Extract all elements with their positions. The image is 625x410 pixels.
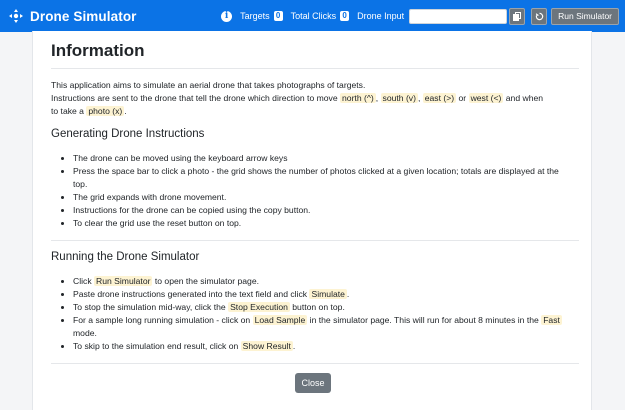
targets-count-badge: 0 [273,11,283,21]
intro-line-2: Instructions are sent to the drone that … [51,92,575,105]
intro-text-segment: Instructions are sent to the drone that … [51,93,338,103]
code-west: west (<) [468,93,504,103]
info-icon[interactable]: i [221,10,233,22]
code-simulate: Simulate [309,289,347,299]
reset-button[interactable] [531,7,548,25]
list-item: To stop the simulation mid-way, click th… [73,301,575,314]
drone-input-field[interactable] [409,8,508,24]
list-text: Click [73,276,92,286]
nav-controls: i Targets 0 Total Clicks 0 Drone Input R… [221,7,619,25]
code-load-sample: Load Sample [252,315,308,325]
list-item: The drone can be moved using the keyboar… [73,152,575,165]
run-simulator-button[interactable]: Run Simulator [551,7,619,25]
section-generating-list: The drone can be moved using the keyboar… [51,152,575,230]
code-photo: photo (x) [86,106,125,116]
intro-text-segment: and when [505,93,544,103]
list-text: . [346,289,350,299]
list-item: To clear the grid use the reset button o… [73,217,575,230]
code-stop-execution: Stop Execution [228,302,290,312]
brand[interactable]: Drone Simulator [9,9,137,24]
list-item: For a sample long running simulation - c… [73,314,575,340]
clicks-stat: Total Clicks 0 [291,11,350,21]
code-show-result: Show Result [240,341,293,351]
code-east: east (>) [422,93,457,103]
list-text: To skip to the simulation end result, cl… [73,341,239,351]
list-text: For a sample long running simulation - c… [73,315,251,325]
targets-label: Targets [240,11,270,21]
header-divider [51,68,579,69]
list-item: The grid expands with drone movement. [73,191,575,204]
reset-icon [535,12,543,20]
separator: , [417,93,421,103]
section-generating-title: Generating Drone Instructions [51,128,205,140]
intro-line-3: to take a photo (x). [51,105,575,118]
code-north: north (^) [340,93,376,103]
list-text: to open the simulator page. [154,276,260,286]
list-text: . [292,341,296,351]
total-clicks-label: Total Clicks [290,11,337,21]
list-item: Click Run Simulator to open the simulato… [73,275,575,288]
code-run-simulator: Run Simulator [94,276,153,286]
list-item: To skip to the simulation end result, cl… [73,340,575,353]
intro-text-segment: . [124,106,127,116]
modal-title: Information [51,41,145,60]
intro-line-1: This application aims to simulate an aer… [51,80,366,90]
drone-input-label: Drone Input [357,11,405,21]
or-text: or [458,93,467,103]
section-divider [51,240,579,241]
copy-icon [513,11,522,21]
list-text: in the simulator page. This will run for… [309,315,539,325]
footer-divider [51,363,579,364]
information-modal: Information This application aims to sim… [32,31,592,410]
code-fast: Fast [541,315,562,325]
list-text: To stop the simulation mid-way, click th… [73,302,226,312]
drone-icon [9,9,23,23]
section-running-title: Running the Drone Simulator [51,251,200,263]
section-running-list: Click Run Simulator to open the simulato… [51,275,575,353]
list-text: mode. [73,328,97,338]
list-item: Press the space bar to click a photo - t… [73,165,575,191]
code-south: south (v) [380,93,418,103]
list-item: Instructions for the drone can be copied… [73,204,575,217]
copy-button[interactable] [509,7,526,25]
list-text: button on top. [292,302,345,312]
intro-text-segment: to take a [51,106,84,116]
brand-title: Drone Simulator [30,8,137,24]
total-clicks-badge: 0 [340,11,350,21]
targets-stat: Targets 0 [240,11,283,21]
list-text: Paste drone instructions generated into … [73,289,308,299]
list-item: Paste drone instructions generated into … [73,288,575,301]
navbar: Drone Simulator i Targets 0 Total Clicks… [0,0,625,32]
intro-text: This application aims to simulate an aer… [51,79,575,118]
separator: , [375,93,379,103]
close-button[interactable]: Close [295,373,331,393]
